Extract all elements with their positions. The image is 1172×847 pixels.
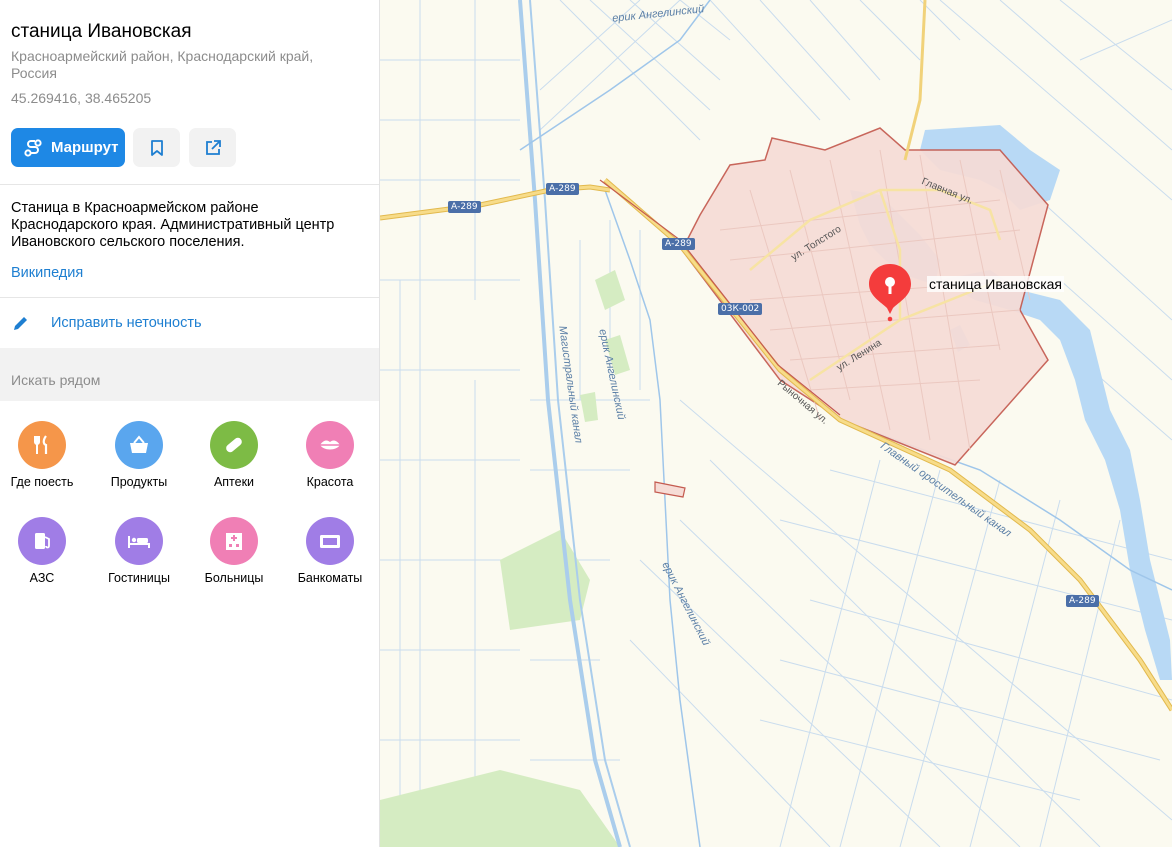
highway-shield: А-289 (1066, 595, 1099, 607)
place-description: Станица в Красноармейском районе Краснод… (11, 200, 335, 250)
route-button[interactable]: Маршрут (11, 128, 125, 167)
nearby-search-header: Искать рядом (0, 348, 379, 401)
fuel-icon (18, 517, 66, 565)
route-button-label: Маршрут (51, 139, 119, 156)
highway-shield: А-289 (448, 201, 481, 213)
fork-knife-icon (18, 421, 66, 469)
category-label: Больницы (204, 571, 264, 585)
share-icon (205, 139, 221, 155)
category-beauty[interactable]: Красота (285, 421, 375, 489)
category-hotels[interactable]: Гостиницы (94, 517, 184, 585)
divider (0, 184, 379, 185)
place-subtitle: Красноармейский район, Краснодарский кра… (11, 48, 314, 81)
category-gas-station[interactable]: АЗС (0, 517, 87, 585)
bed-icon (115, 517, 163, 565)
category-groceries[interactable]: Продукты (94, 421, 184, 489)
map-canvas (380, 0, 1172, 847)
place-title: станица Ивановская (11, 21, 192, 42)
map-view[interactable]: ерик Ангелинский ерик Ангелинский ерик А… (380, 0, 1172, 847)
category-label: Гостиницы (108, 571, 170, 585)
category-food[interactable]: Где поесть (0, 421, 87, 489)
route-icon (24, 138, 42, 157)
highway-shield: А-289 (662, 238, 695, 250)
category-label: Банкоматы (297, 571, 363, 585)
category-pharmacy[interactable]: Аптеки (189, 421, 279, 489)
bookmark-icon (150, 139, 163, 156)
highway-shield: А-289 (546, 183, 579, 195)
nearby-search-label: Искать рядом (11, 372, 101, 388)
share-button[interactable] (189, 128, 236, 167)
basket-icon (115, 421, 163, 469)
small-settlement (654, 481, 686, 498)
bookmark-button[interactable] (133, 128, 180, 167)
town-boundary (681, 127, 1049, 466)
category-hospitals[interactable]: Больницы (189, 517, 279, 585)
category-label: Продукты (110, 475, 168, 489)
lips-icon (306, 421, 354, 469)
divider (0, 297, 379, 298)
category-atm[interactable]: Банкоматы (285, 517, 375, 585)
location-pin-icon[interactable] (867, 262, 913, 322)
pencil-icon (14, 317, 27, 330)
pill-icon (210, 421, 258, 469)
atm-icon (306, 517, 354, 565)
hospital-icon (210, 517, 258, 565)
report-error-link[interactable]: Исправить неточность (51, 315, 202, 331)
category-label: Аптеки (213, 475, 255, 489)
category-label: Красота (306, 475, 354, 489)
pin-label: станица Ивановская (927, 276, 1065, 292)
category-label: АЗС (29, 571, 55, 585)
info-panel: станица Ивановская Красноармейский район… (0, 0, 380, 847)
wikipedia-link[interactable]: Википедия (11, 265, 83, 281)
category-label: Где поесть (10, 475, 74, 489)
place-coordinates[interactable]: 45.269416, 38.465205 (11, 90, 151, 106)
field-grid (380, 0, 1172, 847)
highway-shield: 03К-002 (718, 303, 763, 315)
